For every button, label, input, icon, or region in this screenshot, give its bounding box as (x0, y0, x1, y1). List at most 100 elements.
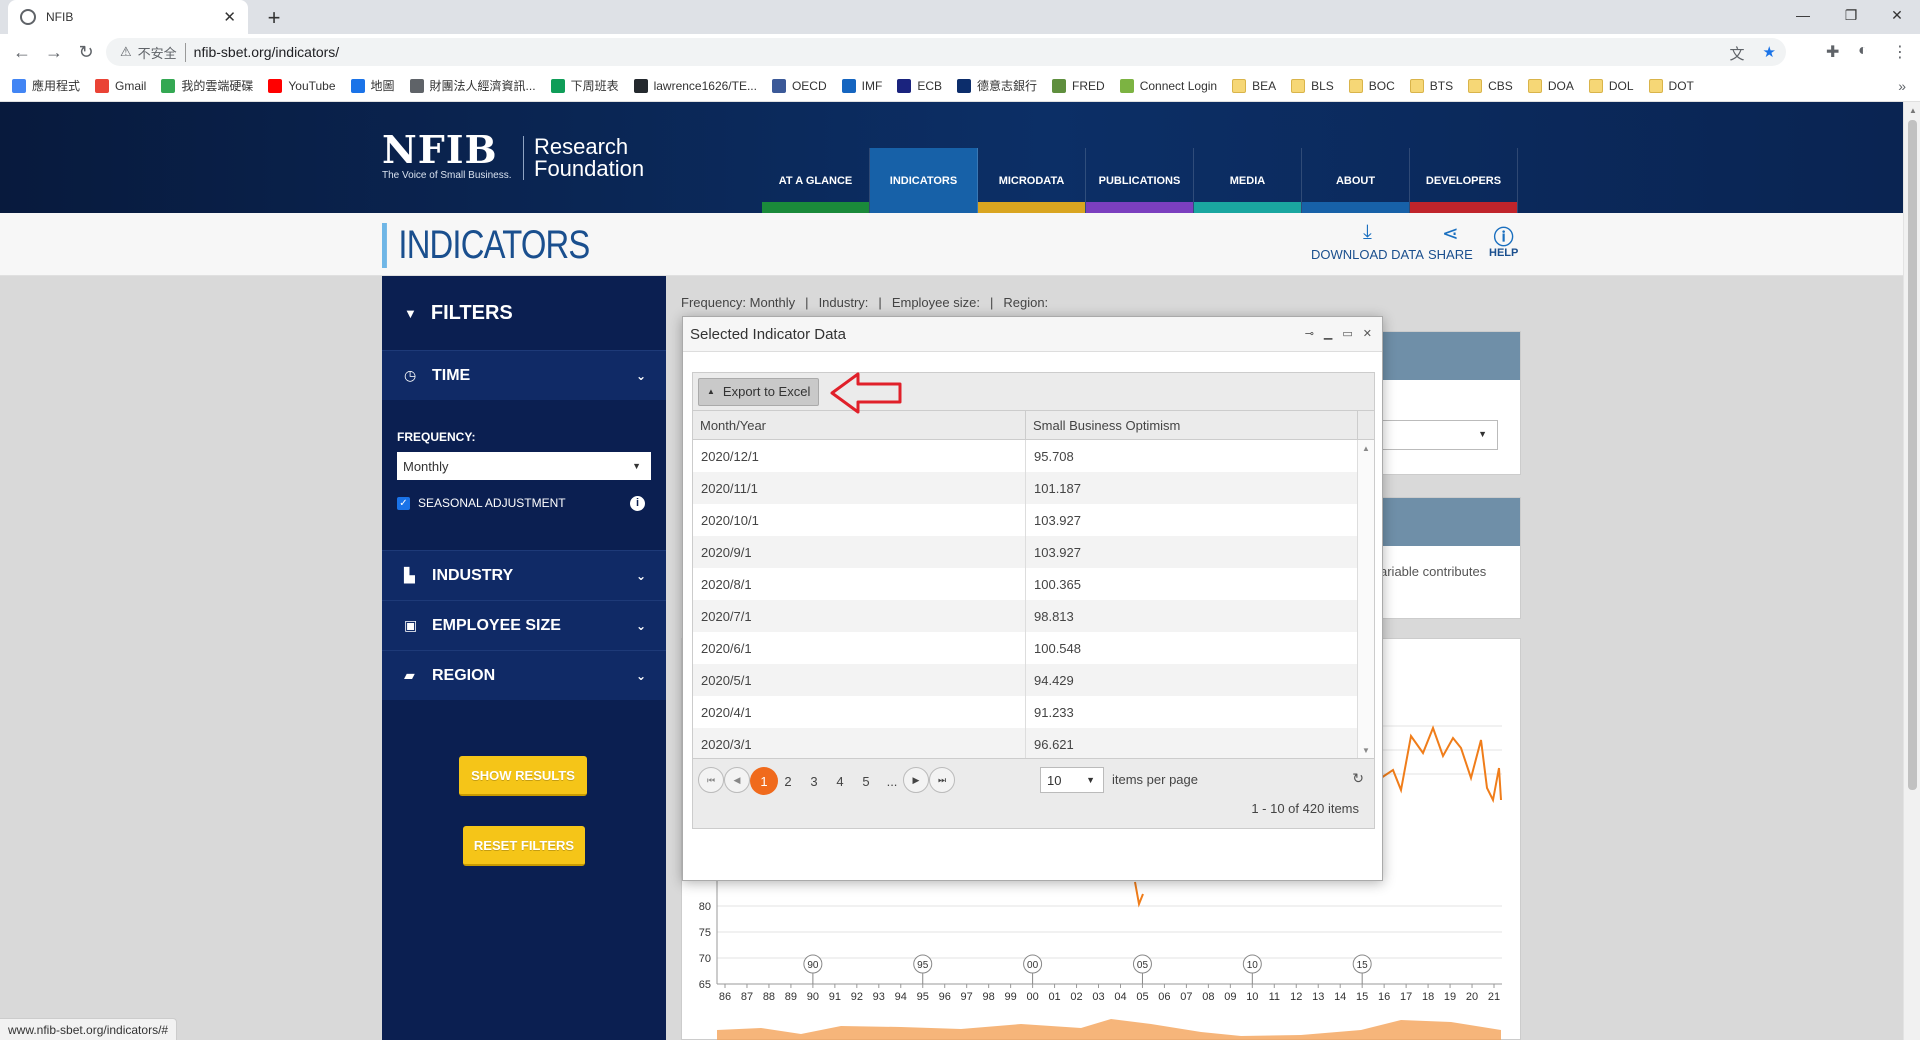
nav-at-a-glance[interactable]: AT A GLANCE (762, 148, 870, 213)
nav-about[interactable]: ABOUT (1302, 148, 1410, 213)
nfib-logo[interactable]: NFIB The Voice of Small Business. (382, 131, 512, 182)
column-header-optimism[interactable]: Small Business Optimism (1026, 411, 1358, 439)
page-scrollbar[interactable]: ▲ (1903, 102, 1920, 1040)
browser-tab[interactable]: NFIB ✕ (8, 0, 248, 34)
scrollbar-thumb[interactable] (1908, 120, 1917, 790)
table-row[interactable]: 2020/8/1 100.365 (693, 568, 1374, 600)
nav-media[interactable]: MEDIA (1194, 148, 1302, 213)
bookmark-star-icon[interactable]: ★ (1763, 43, 1776, 64)
bookmark-item[interactable]: BEA (1232, 78, 1276, 93)
help-button[interactable]: ⓘ HELP (1489, 221, 1518, 259)
bookmark-item[interactable]: FRED (1052, 78, 1105, 93)
table-row[interactable]: 2020/9/1 103.927 (693, 536, 1374, 568)
info-icon[interactable]: i (630, 495, 645, 511)
page-number[interactable]: 2 (776, 767, 800, 795)
bookmark-item[interactable]: 下周班表 (550, 77, 619, 94)
bookmark-item[interactable]: lawrence1626/TE... (633, 78, 757, 93)
translate-icon[interactable]: 文 (1730, 43, 1745, 64)
restore-icon[interactable]: ❐ (1828, 0, 1874, 30)
bookmark-item[interactable]: BTS (1409, 78, 1453, 93)
scroll-down-icon[interactable]: ▼ (1362, 746, 1370, 755)
minimize-dialog-icon[interactable]: ▁ (1324, 327, 1332, 340)
close-tab-icon[interactable]: ✕ (223, 8, 236, 26)
bookmark-item[interactable]: DOL (1588, 78, 1634, 93)
show-results-button[interactable]: SHOW RESULTS (459, 756, 587, 796)
current-page[interactable]: 1 (750, 767, 778, 795)
reset-filters-button[interactable]: RESET FILTERS (463, 826, 585, 866)
bookmark-item[interactable]: 我的雲端硬碟 (161, 77, 253, 94)
back-icon[interactable]: ← (10, 40, 34, 64)
bookmark-item[interactable]: Gmail (95, 78, 146, 93)
bookmark-item[interactable]: YouTube (268, 78, 336, 93)
scroll-up-icon[interactable]: ▲ (1909, 106, 1917, 115)
last-page-icon[interactable]: ⏭ (929, 767, 955, 793)
bookmark-label: DOT (1668, 78, 1694, 93)
page-number[interactable]: 3 (802, 767, 826, 795)
bookmark-item[interactable]: 應用程式 (12, 77, 80, 94)
address-bar[interactable]: ⚠ 不安全 nfib-sbet.org/indicators/ 文 ★ (106, 38, 1786, 66)
close-window-icon[interactable]: ✕ (1874, 0, 1920, 30)
bookmark-item[interactable]: 地圖 (350, 77, 395, 94)
scroll-up-icon[interactable]: ▲ (1362, 444, 1370, 453)
table-row[interactable]: 2020/5/1 94.429 (693, 664, 1374, 696)
new-tab-button[interactable]: + (260, 4, 288, 32)
bookmark-item[interactable]: Connect Login (1119, 78, 1217, 93)
research-foundation-logo[interactable]: Research Foundation (523, 136, 644, 180)
table-row[interactable]: 2020/12/1 95.708 (693, 440, 1374, 472)
table-row[interactable]: 2020/11/1 101.187 (693, 472, 1374, 504)
close-dialog-icon[interactable]: ✕ (1363, 327, 1372, 340)
pin-icon[interactable]: ⊸ (1305, 327, 1314, 340)
bookmark-item[interactable]: ECB (897, 78, 942, 93)
table-row[interactable]: 2020/7/1 98.813 (693, 600, 1374, 632)
first-page-icon[interactable]: ⏮ (698, 767, 724, 793)
table-row[interactable]: 2020/4/1 91.233 (693, 696, 1374, 728)
next-page-icon[interactable]: ▶ (903, 767, 929, 793)
nav-publications[interactable]: PUBLICATIONS (1086, 148, 1194, 213)
bookmark-item[interactable]: 德意志銀行 (957, 77, 1037, 94)
previous-page-icon[interactable]: ◀ (724, 767, 750, 793)
seasonal-adjustment-checkbox[interactable]: ✓ (397, 496, 410, 510)
menu-icon[interactable]: ⋮ (1892, 42, 1908, 62)
table-row[interactable]: 2020/6/1 100.548 (693, 632, 1374, 664)
bookmark-item[interactable]: DOA (1527, 78, 1574, 93)
dialog-title-bar: Selected Indicator Data ⊸ ▁ ▭ ✕ (683, 317, 1382, 352)
page-number[interactable]: 4 (828, 767, 852, 795)
share-button[interactable]: ⋖ SHARE (1428, 221, 1473, 262)
maximize-dialog-icon[interactable]: ▭ (1342, 327, 1352, 340)
grid-scrollbar[interactable]: ▲ ▼ (1357, 440, 1374, 759)
minimize-icon[interactable]: — (1780, 0, 1826, 30)
table-row[interactable]: 2020/10/1 103.927 (693, 504, 1374, 536)
more-bookmarks-icon[interactable]: » (1898, 78, 1906, 94)
refresh-icon[interactable]: ↻ (1352, 770, 1364, 787)
industry-section[interactable]: ▙ INDUSTRY ⌄ (382, 550, 666, 600)
forward-icon[interactable]: → (42, 40, 66, 64)
time-section[interactable]: ◷ TIME ⌄ (382, 350, 666, 400)
bookmark-item[interactable]: 財團法人經濟資訊... (409, 77, 536, 94)
region-section[interactable]: ▰ REGION ⌄ (382, 650, 666, 700)
profile-icon[interactable]: ◐ (1858, 42, 1868, 60)
bookmark-item[interactable]: IMF (841, 78, 882, 93)
x-tick-label: 96 (939, 991, 951, 1003)
nav-indicators[interactable]: INDICATORS (870, 148, 978, 213)
nav-developers[interactable]: DEVELOPERS (1410, 148, 1518, 213)
employee-size-section[interactable]: ▣ EMPLOYEE SIZE ⌄ (382, 600, 666, 650)
reload-icon[interactable]: ↻ (74, 40, 98, 64)
bookmark-item[interactable]: BOC (1348, 78, 1395, 93)
bookmark-item[interactable]: OECD (771, 78, 827, 93)
seasonal-adjustment-label: SEASONAL ADJUSTMENT (418, 496, 566, 510)
value-cell: 96.621 (1034, 736, 1074, 752)
bookmark-item[interactable]: BLS (1291, 78, 1334, 93)
x-tick-label: 86 (719, 991, 731, 1003)
download-data-button[interactable]: ⤓ DOWNLOAD DATA (1311, 221, 1424, 262)
bookmark-item[interactable]: CBS (1468, 78, 1513, 93)
extensions-icon[interactable]: ✚ (1826, 42, 1839, 62)
page-number[interactable]: 5 (854, 767, 878, 795)
page-number[interactable]: ... (880, 767, 904, 795)
nav-microdata[interactable]: MICRODATA (978, 148, 1086, 213)
export-to-excel-button[interactable]: ▲ Export to Excel (698, 377, 820, 406)
items-per-page-select[interactable]: 10 ▼ (1040, 767, 1104, 793)
bookmark-item[interactable]: DOT (1648, 78, 1694, 93)
table-row[interactable]: 2020/3/1 96.621 (693, 728, 1374, 759)
x-tick-label: 93 (873, 991, 885, 1003)
frequency-select[interactable]: Monthly ▼ (397, 452, 651, 480)
